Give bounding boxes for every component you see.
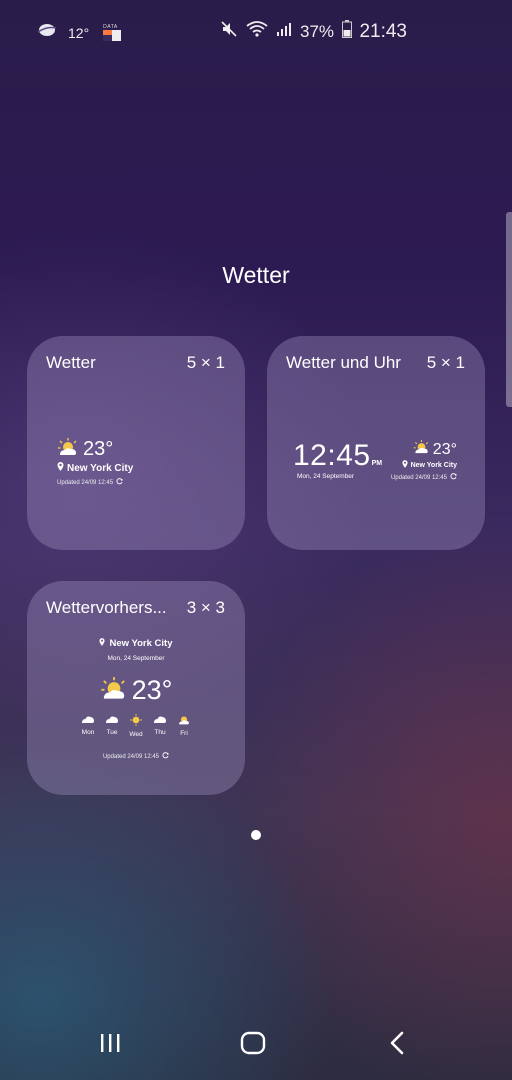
location-pin-icon [99,638,106,649]
widget-title: Wetter [46,353,96,372]
page-indicator-dot [251,830,261,840]
wifi-icon [246,20,268,43]
preview-updated: Updated 24/09 12:45 [390,474,447,481]
preview-location: New York City [410,461,457,469]
preview-clock-ampm: PM [371,460,383,467]
widget-card-wettervorhersage[interactable]: Wettervorhers... 3 × 3 New York City Mon… [27,581,245,795]
edge-panel-handle[interactable] [506,212,512,407]
mute-icon [220,20,238,43]
forecast-day: Wed [127,714,146,738]
status-bar: 12° DATA 37% 21:43 [0,0,512,64]
preview-location: New York City [67,462,134,474]
status-temperature: 12° [68,24,90,41]
widget-size: 5 × 1 [426,353,465,372]
preview-updated: Updated 24/09 12:45 [102,753,160,760]
recents-button[interactable] [90,1030,130,1060]
page-title: Wetter [222,262,290,288]
home-icon [240,1031,266,1060]
partly-sunny-icon [57,438,79,461]
preview-temperature: 23° [131,675,173,705]
preview-temperature: 23° [432,440,457,458]
widget-size: 5 × 1 [186,353,225,372]
location-pin-icon [57,462,64,474]
forecast-day: Fri [175,714,194,738]
forecast-day: Thu [151,714,170,738]
status-time: 21:43 [359,21,407,42]
refresh-icon [116,478,123,487]
preview-updated: Updated 24/09 12:45 [57,479,114,486]
forecast-day: Mon [79,714,98,738]
partly-sunny-icon [100,676,128,705]
widget-title: Wetter und Uhr [286,353,401,372]
preview-date: Mon, 24 September [107,655,165,662]
sun-icon [129,714,143,728]
preview-weather: 23° New York City Updated 24/09 12:45 [391,440,457,482]
preview-date: Mon, 24 September [297,473,355,480]
preview-clock: 12:45PM Mon, 24 September [293,439,382,480]
location-pin-icon [401,460,408,470]
preview-clock-time: 12:45 [293,439,371,472]
widget-title: Wettervorhers... [46,598,167,617]
refresh-icon [450,473,457,482]
refresh-icon [162,752,169,761]
partly-sunny-icon [177,714,191,727]
cloud-icon [81,714,95,726]
weather-cloud-icon [36,22,58,43]
home-button[interactable] [233,1030,273,1060]
widget-size: 3 × 3 [186,598,225,617]
battery-icon [342,20,353,43]
preview-forecast: Mon Tue Wed Thu Fri [27,714,245,738]
widget-preview: 23° New York City Updated 24/09 12:45 [57,438,133,487]
status-icons: 37% [220,20,353,43]
cloud-icon [153,714,167,726]
battery-percent: 37% [300,21,335,41]
signal-icon [276,21,292,42]
data-indicator-icon: DATA [103,24,122,41]
back-icon [389,1031,405,1060]
partly-sunny-icon [413,440,430,459]
cloud-icon [105,714,119,726]
preview-temperature: 23° [83,438,114,460]
preview-location: New York City [109,638,173,649]
recents-icon [99,1033,121,1058]
status-left: 12° DATA [36,22,122,43]
widget-card-wetter-und-uhr[interactable]: Wetter und Uhr 5 × 1 12:45PM Mon, 24 Sep… [267,336,485,550]
widget-card-wetter[interactable]: Wetter 5 × 1 23° New York City Updated 2 [27,336,245,550]
navigation-bar [0,1016,512,1074]
back-button[interactable] [377,1030,417,1060]
widget-preview: New York City Mon, 24 September 23° Mon … [27,638,245,761]
forecast-day: Tue [103,714,122,738]
